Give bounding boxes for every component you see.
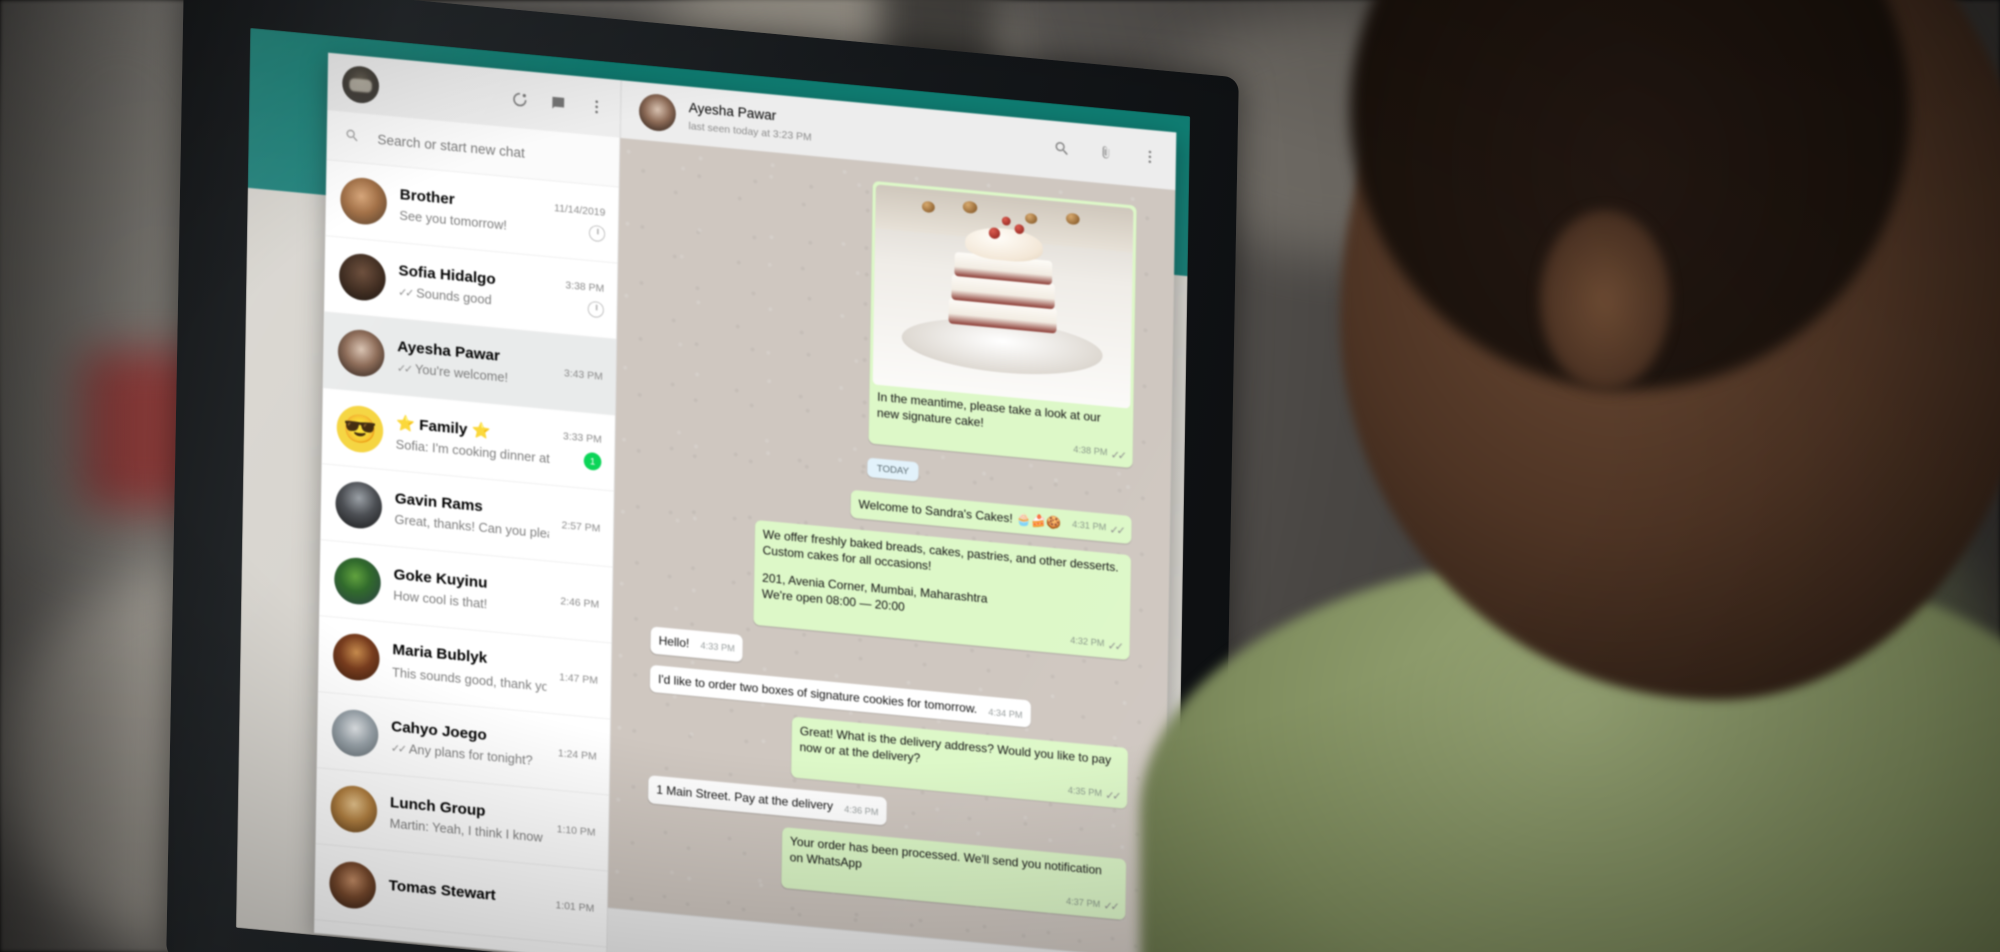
whatsapp-window: Brother See you tomorrow! 11/14/2019 bbox=[314, 52, 1177, 952]
message-time: 4:37 PM bbox=[1065, 896, 1101, 910]
message-text: 1 Main Street. Pay at the delivery bbox=[656, 783, 834, 814]
avatar bbox=[330, 783, 378, 835]
new-chat-icon[interactable] bbox=[549, 94, 567, 113]
muted-icon bbox=[587, 300, 604, 318]
chat-time: 1:47 PM bbox=[559, 670, 599, 686]
avatar bbox=[337, 327, 385, 379]
message-bubble-business-info[interactable]: We offer freshly baked breads, cakes, pa… bbox=[753, 519, 1132, 660]
sidebar-header-icons bbox=[511, 90, 606, 116]
contact-avatar[interactable] bbox=[638, 92, 677, 133]
avatar bbox=[340, 175, 388, 227]
chat-time: 1:24 PM bbox=[557, 746, 597, 762]
message-text: Hello! bbox=[658, 633, 690, 651]
check-double-icon: ✓✓ bbox=[1109, 522, 1124, 537]
message-list: In the meantime, please take a look at o… bbox=[608, 138, 1176, 952]
sidebar: Brother See you tomorrow! 11/14/2019 bbox=[314, 52, 622, 952]
message-time: 4:32 PM bbox=[1070, 636, 1105, 650]
check-double-icon: ✓✓ bbox=[1103, 898, 1118, 914]
avatar bbox=[333, 555, 382, 607]
conversation-pane: Ayesha Pawar last seen today at 3:23 PM bbox=[607, 80, 1177, 952]
chat-list[interactable]: Brother See you tomorrow! 11/14/2019 Sof… bbox=[314, 159, 619, 952]
message-text: Welcome to Sandra's Cakes! 🧁🍰🍪 bbox=[858, 497, 1061, 531]
search-input[interactable] bbox=[377, 131, 620, 171]
status-icon[interactable] bbox=[511, 90, 529, 109]
message-time: 4:33 PM bbox=[700, 641, 735, 655]
menu-icon[interactable] bbox=[1141, 148, 1158, 170]
attach-icon[interactable] bbox=[1097, 144, 1114, 166]
monitor-screen: Brother See you tomorrow! 11/14/2019 bbox=[235, 27, 1191, 952]
message-time: 4:34 PM bbox=[988, 707, 1023, 721]
message-bubble-image[interactable]: In the meantime, please take a look at o… bbox=[868, 180, 1137, 469]
unread-badge: 1 bbox=[583, 451, 602, 471]
check-double-icon: ✓✓ bbox=[398, 285, 413, 300]
avatar bbox=[338, 251, 386, 303]
avatar bbox=[332, 631, 380, 683]
menu-icon[interactable] bbox=[588, 97, 606, 116]
avatar-emoji: 😎 bbox=[336, 403, 384, 455]
chat-time: 3:38 PM bbox=[565, 278, 605, 294]
chat-time: 1:01 PM bbox=[555, 898, 595, 914]
chat-time: 1:10 PM bbox=[556, 822, 596, 838]
check-double-icon: ✓✓ bbox=[1107, 638, 1122, 653]
message-time: 4:35 PM bbox=[1067, 785, 1103, 799]
chat-time: 3:43 PM bbox=[563, 366, 603, 382]
chat-time: 2:46 PM bbox=[560, 594, 600, 610]
chat-time: 11/14/2019 bbox=[554, 201, 606, 218]
screenshot-scene: Brother See you tomorrow! 11/14/2019 bbox=[0, 0, 2000, 952]
search-icon bbox=[344, 127, 360, 148]
person-ear bbox=[1540, 210, 1670, 390]
chat-time: 3:33 PM bbox=[562, 429, 602, 446]
check-double-icon: ✓✓ bbox=[390, 741, 405, 756]
check-double-icon: ✓✓ bbox=[1105, 788, 1120, 803]
check-double-icon: ✓✓ bbox=[1110, 447, 1125, 462]
conversation-header-icons bbox=[1053, 139, 1158, 170]
check-double-icon: ✓✓ bbox=[396, 361, 412, 376]
chat-name: Tomas Stewart bbox=[388, 876, 496, 904]
message-area[interactable]: In the meantime, please take a look at o… bbox=[607, 137, 1176, 952]
my-avatar[interactable] bbox=[341, 64, 380, 105]
chat-time: 2:57 PM bbox=[561, 518, 601, 534]
avatar bbox=[331, 707, 379, 759]
message-time: 4:31 PM bbox=[1071, 520, 1107, 534]
muted-icon bbox=[588, 224, 606, 242]
signature-cake-photo bbox=[872, 184, 1134, 409]
avatar bbox=[329, 859, 377, 911]
message-row: In the meantime, please take a look at o… bbox=[654, 161, 1137, 469]
message-bubble-hello[interactable]: Hello! 4:33 PM bbox=[650, 625, 743, 663]
search-icon[interactable] bbox=[1053, 139, 1070, 161]
avatar bbox=[335, 479, 383, 531]
day-divider: TODAY bbox=[867, 457, 919, 482]
message-time: 4:36 PM bbox=[844, 804, 879, 818]
message-time: 4:38 PM bbox=[1073, 445, 1108, 458]
